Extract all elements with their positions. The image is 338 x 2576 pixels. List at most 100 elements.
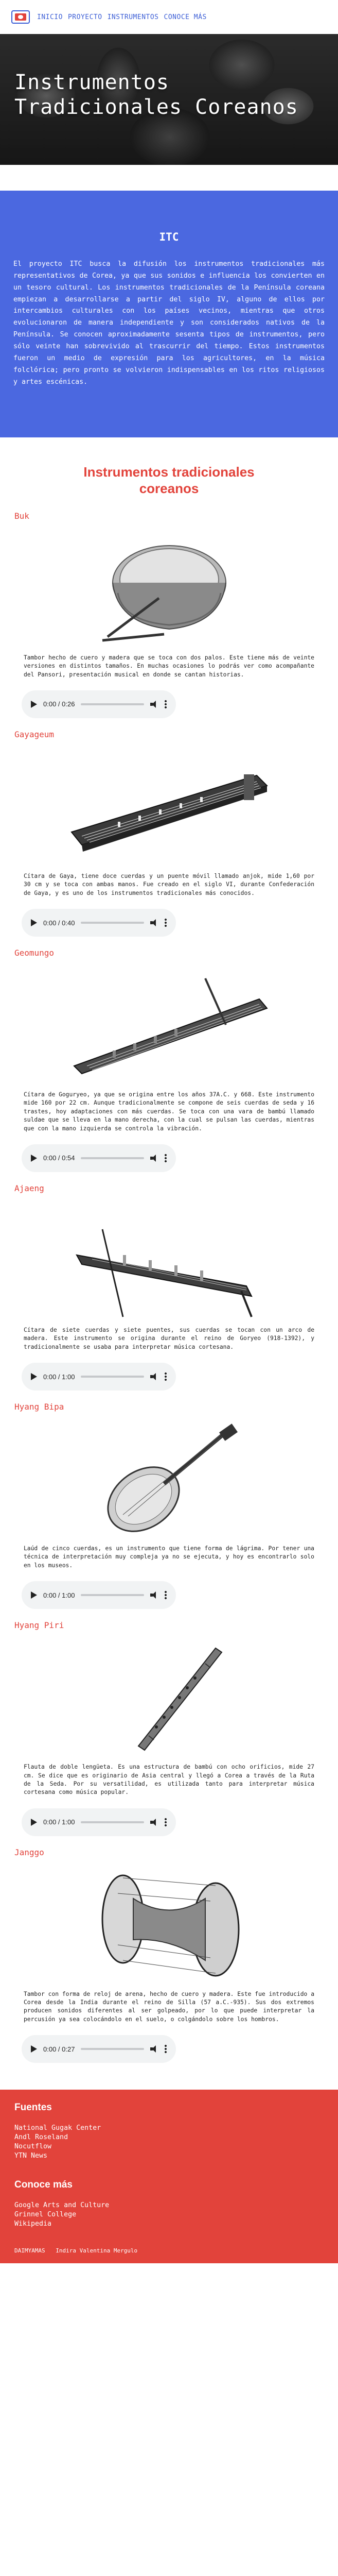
source-link[interactable]: National Gugak Center [14, 2124, 324, 2133]
instrument-geomungo: Geomungo Cítara de Goguryeo, ya que se o… [14, 948, 324, 1172]
hourglass-drum-icon [61, 1862, 277, 1986]
instrument-description: Cítara de Gaya, tiene doce cuerdas y un … [24, 872, 314, 896]
audio-progress-bar[interactable] [81, 703, 144, 705]
logo-icon [15, 13, 26, 21]
instrument-name: Hyang Bipa [14, 1402, 64, 1412]
audio-time: 0:00 / 0:40 [43, 919, 75, 927]
play-icon[interactable] [31, 1591, 37, 1599]
instrument-gayageum: Gayageum Cítara de Gaya, tiene doce cuer… [14, 730, 324, 937]
itc-description: El proyecto ITC busca la difusión los in… [13, 260, 325, 386]
instrument-name: Ajaeng [14, 1183, 44, 1193]
itc-title: ITC [159, 231, 179, 243]
instrument-hyang-piri: Hyang Piri Flauta de doble lengüeta. Es … [14, 1620, 324, 1836]
audio-time: 0:00 / 1:00 [43, 1591, 75, 1599]
audio-time: 0:00 / 1:00 [43, 1818, 75, 1826]
flute-icon [61, 1635, 277, 1759]
volume-icon[interactable] [150, 700, 158, 708]
top-nav: INICIO PROYECTO INSTRUMENTOS CONOCE MÁS [0, 0, 338, 34]
hero-banner: Instrumentos Tradicionales Coreanos [0, 34, 338, 165]
volume-icon[interactable] [150, 1373, 158, 1381]
audio-player[interactable]: 0:00 / 0:40 [22, 909, 176, 937]
nav-link-proyecto[interactable]: PROYECTO [68, 13, 102, 21]
zither-icon [61, 1198, 277, 1322]
volume-icon[interactable] [150, 1818, 158, 1826]
audio-progress-bar[interactable] [81, 1376, 144, 1378]
audio-time: 0:00 / 0:26 [43, 700, 75, 708]
more-options-icon[interactable] [165, 1154, 167, 1162]
play-icon[interactable] [31, 919, 37, 927]
source-link[interactable]: YTN News [14, 2151, 324, 2161]
audio-time: 0:00 / 0:27 [43, 2045, 75, 2053]
sources-title: Fuentes [14, 2102, 52, 2113]
audio-player[interactable]: 0:00 / 0:54 [22, 1144, 176, 1172]
drum-icon [61, 526, 277, 650]
site-logo[interactable] [11, 10, 30, 24]
volume-icon[interactable] [150, 1591, 158, 1599]
footer-credits: DAIMYAMAS Indira Valentina Mergulo [14, 2247, 324, 2254]
instrument-ajaeng: Ajaeng Cítara de siete cuerdas y siete p… [14, 1183, 324, 1391]
more-options-icon[interactable] [165, 1591, 167, 1600]
play-icon[interactable] [31, 1154, 37, 1162]
audio-time: 0:00 / 0:54 [43, 1154, 75, 1162]
audio-progress-bar[interactable] [81, 922, 144, 924]
instrument-name: Geomungo [14, 948, 55, 958]
nav-link-inicio[interactable]: INICIO [37, 13, 63, 21]
audio-progress-bar[interactable] [81, 1594, 144, 1597]
play-icon[interactable] [31, 2045, 37, 2053]
more-link[interactable]: Grinnel College [14, 2210, 324, 2219]
audio-progress-bar[interactable] [81, 1157, 144, 1159]
instrument-description: Flauta de doble lengüeta. Es una estruct… [24, 1764, 314, 1796]
instrument-hyang-bipa: Hyang Bipa Laúd de cinco cuerdas, es un … [14, 1402, 324, 1609]
audio-player[interactable]: 0:00 / 0:27 [22, 2035, 176, 2063]
audio-progress-bar[interactable] [81, 2048, 144, 2050]
more-link[interactable]: Wikipedia [14, 2219, 324, 2229]
credit-author: Indira Valentina Mergulo [56, 2247, 138, 2254]
instrument-description: Tambor con forma de reloj de arena, hech… [24, 1990, 314, 2023]
instrument-description: Cítara de siete cuerdas y siete puentes,… [24, 1326, 314, 1350]
instrument-buk: Buk Tambor hecho de cuero y madera que s… [14, 511, 324, 718]
lute-icon [61, 1417, 277, 1540]
instruments-section: Instrumentos tradicionales coreanos Buk … [0, 437, 338, 2090]
volume-icon[interactable] [150, 2045, 158, 2053]
instrument-description: Laúd de cinco cuerdas, es un instrumento… [24, 1545, 314, 1569]
instrument-name: Buk [14, 511, 29, 521]
audio-time: 0:00 / 1:00 [43, 1372, 75, 1381]
footer: Fuentes National Gugak Center Andl Rosel… [0, 2090, 338, 2263]
source-link[interactable]: Nocutflow [14, 2142, 324, 2151]
play-icon[interactable] [31, 1373, 37, 1381]
instrument-description: Cítara de Goguryeo, ya que se origina en… [24, 1091, 314, 1132]
volume-icon[interactable] [150, 1154, 158, 1162]
sources-block: Fuentes National Gugak Center Andl Rosel… [14, 2102, 324, 2161]
play-icon[interactable] [31, 1818, 37, 1826]
nav-links: INICIO PROYECTO INSTRUMENTOS CONOCE MÁS [37, 13, 207, 21]
audio-progress-bar[interactable] [81, 1821, 144, 1823]
nav-link-instrumentos[interactable]: INSTRUMENTOS [108, 13, 159, 21]
credit-brand: DAIMYAMAS [14, 2247, 45, 2254]
instrument-name: Janggo [14, 1847, 44, 1857]
audio-player[interactable]: 0:00 / 0:26 [22, 690, 176, 718]
hero-title: Instrumentos Tradicionales Coreanos [14, 71, 298, 119]
instruments-heading: Instrumentos tradicionales coreanos [83, 464, 255, 496]
more-options-icon[interactable] [165, 1818, 167, 1826]
zither-icon [61, 744, 277, 868]
instrument-name: Gayageum [14, 729, 55, 739]
more-options-icon[interactable] [165, 700, 167, 708]
more-options-icon[interactable] [165, 1372, 167, 1381]
more-title: Conoce más [14, 2179, 73, 2190]
audio-player[interactable]: 0:00 / 1:00 [22, 1363, 176, 1391]
audio-player[interactable]: 0:00 / 1:00 [22, 1808, 176, 1836]
instrument-janggo: Janggo Tambor con forma de reloj de aren… [14, 1848, 324, 2063]
nav-link-conoce-mas[interactable]: CONOCE MÁS [164, 13, 207, 21]
instrument-name: Hyang Piri [14, 1620, 64, 1631]
play-icon[interactable] [31, 700, 37, 708]
zither-icon [61, 963, 277, 1087]
more-link[interactable]: Google Arts and Culture [14, 2201, 324, 2210]
source-link[interactable]: Andl Roseland [14, 2133, 324, 2142]
audio-player[interactable]: 0:00 / 1:00 [22, 1581, 176, 1609]
more-options-icon[interactable] [165, 919, 167, 927]
volume-icon[interactable] [150, 919, 158, 927]
more-block: Conoce más Google Arts and Culture Grinn… [14, 2179, 324, 2229]
itc-section: ITC El proyecto ITC busca la difusión lo… [0, 191, 338, 438]
more-options-icon[interactable] [165, 2045, 167, 2054]
instrument-description: Tambor hecho de cuero y madera que se to… [24, 654, 314, 678]
